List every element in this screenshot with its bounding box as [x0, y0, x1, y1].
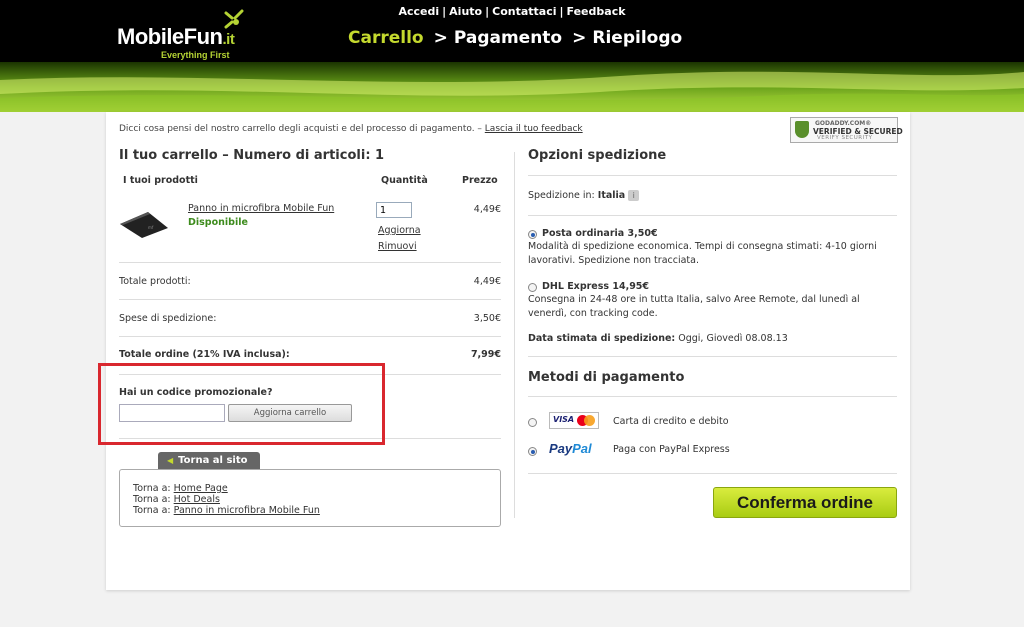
shield-icon: [795, 121, 809, 138]
highlight-box: [98, 363, 385, 445]
back-to-site-box: Torna a: Home Page Torna a: Hot Deals To…: [119, 469, 501, 527]
checkout-steps: Carrello > Pagamento > Riepilogo: [348, 28, 683, 48]
divider: [528, 175, 897, 176]
logo-suffix: .it: [222, 31, 235, 48]
shipping-option-standard-desc: Modalità di spedizione economica. Tempi …: [528, 241, 877, 266]
visa-mastercard-logo: VISA: [549, 412, 599, 429]
back-link-row: Torna a: Hot Deals: [133, 494, 220, 505]
order-total-label: Totale ordine (21% IVA inclusa):: [119, 349, 290, 360]
logo-tagline: Everything First: [161, 50, 230, 60]
godaddy-security-badge[interactable]: GODADDY.COM® VERIFIED & SECURED VERIFY S…: [790, 117, 903, 143]
product-thumbnail[interactable]: mf: [118, 210, 170, 240]
update-quantity-link[interactable]: Aggiorna: [378, 225, 421, 236]
payment-card-radio[interactable]: [528, 418, 537, 427]
site-header: Accedi | Aiuto | Contattaci | Feedback MobileF…: [0, 0, 1024, 112]
divider: [119, 299, 501, 300]
item-price: 4,49€: [473, 204, 501, 215]
back-link-product[interactable]: Panno in microfibra Mobile Fun: [174, 505, 320, 516]
header-wave-graphic: [0, 62, 1024, 112]
payment-paypal-radio[interactable]: [528, 447, 537, 456]
step-summary: Riepilogo: [592, 28, 683, 48]
back-link-row: Torna a: Panno in microfibra Mobile Fun: [133, 505, 320, 516]
shipping-option-dhl-name: DHL Express 14,95€: [542, 281, 650, 292]
col-price-header: Prezzo: [462, 175, 498, 186]
product-name-link[interactable]: Panno in microfibra Mobile Fun: [188, 203, 334, 214]
info-icon[interactable]: i: [628, 190, 640, 201]
shipping-cost-label: Spese di spedizione:: [119, 313, 217, 324]
shipping-option-dhl-desc: Consegna in 24-48 ore in tutta Italia, s…: [528, 294, 860, 319]
order-total-value: 7,99€: [470, 349, 501, 360]
product-availability: Disponibile: [188, 217, 248, 228]
step-payment: Pagamento: [453, 28, 563, 48]
back-link-hot-deals[interactable]: Hot Deals: [174, 494, 220, 505]
remove-item-link[interactable]: Rimuovi: [378, 241, 417, 252]
shipping-estimate: Data stimata di spedizione: Oggi, Gioved…: [528, 333, 788, 344]
payment-methods-title: Metodi di pagamento: [528, 370, 685, 385]
top-link-help[interactable]: Aiuto: [449, 5, 482, 18]
shipping-option-standard-name: Posta ordinaria 3,50€: [542, 228, 658, 239]
top-link-contact[interactable]: Contattaci: [492, 5, 556, 18]
feedback-link[interactable]: Lascia il tuo feedback: [485, 124, 583, 134]
col-products-header: I tuoi prodotti: [123, 175, 198, 186]
cart-title: Il tuo carrello – Numero di articoli: 1: [119, 148, 385, 163]
feedback-prompt: Dicci cosa pensi del nostro carrello deg…: [119, 124, 583, 134]
divider: [528, 356, 897, 357]
back-link-home[interactable]: Home Page: [174, 483, 228, 494]
subtotal-value: 4,49€: [473, 276, 501, 287]
shipping-destination: Spedizione in: Italia i: [528, 189, 640, 203]
payment-card-label: Carta di credito e debito: [613, 416, 729, 427]
column-divider: [514, 152, 515, 518]
shipping-options-title: Opzioni spedizione: [528, 148, 667, 163]
confirm-order-button[interactable]: Conferma ordine: [713, 487, 897, 518]
arrow-left-icon: ◀: [167, 456, 174, 465]
site-logo[interactable]: MobileFun.it Everything First: [117, 24, 235, 60]
shipping-option-standard-radio[interactable]: [528, 230, 537, 239]
svg-text:mf: mf: [148, 225, 154, 230]
paypal-logo: PayPal: [549, 441, 592, 456]
logo-text: MobileFun: [117, 24, 223, 49]
divider: [119, 262, 501, 263]
visa-logo: VISA: [553, 415, 575, 424]
step-cart: Carrello: [348, 28, 424, 48]
shipping-option-dhl-radio[interactable]: [528, 283, 537, 292]
top-links: Accedi | Aiuto | Contattaci | Feedback: [398, 5, 626, 18]
col-quantity-header: Quantità: [381, 175, 428, 186]
checkout-panel: Dicci cosa pensi del nostro carrello deg…: [98, 112, 910, 590]
quantity-input[interactable]: [376, 202, 412, 218]
divider: [528, 473, 897, 474]
shipping-cost-value: 3,50€: [473, 313, 501, 324]
divider: [528, 215, 897, 216]
subtotal-label: Totale prodotti:: [119, 276, 191, 287]
back-to-site-tab[interactable]: ◀ Torna al sito: [158, 452, 260, 469]
divider: [119, 336, 501, 337]
back-link-row: Torna a: Home Page: [133, 483, 228, 494]
logo-star-icon: [224, 9, 244, 29]
payment-paypal-label: Paga con PayPal Express: [613, 444, 730, 455]
top-link-feedback[interactable]: Feedback: [567, 5, 626, 18]
divider: [528, 396, 897, 397]
top-link-login[interactable]: Accedi: [398, 5, 439, 18]
